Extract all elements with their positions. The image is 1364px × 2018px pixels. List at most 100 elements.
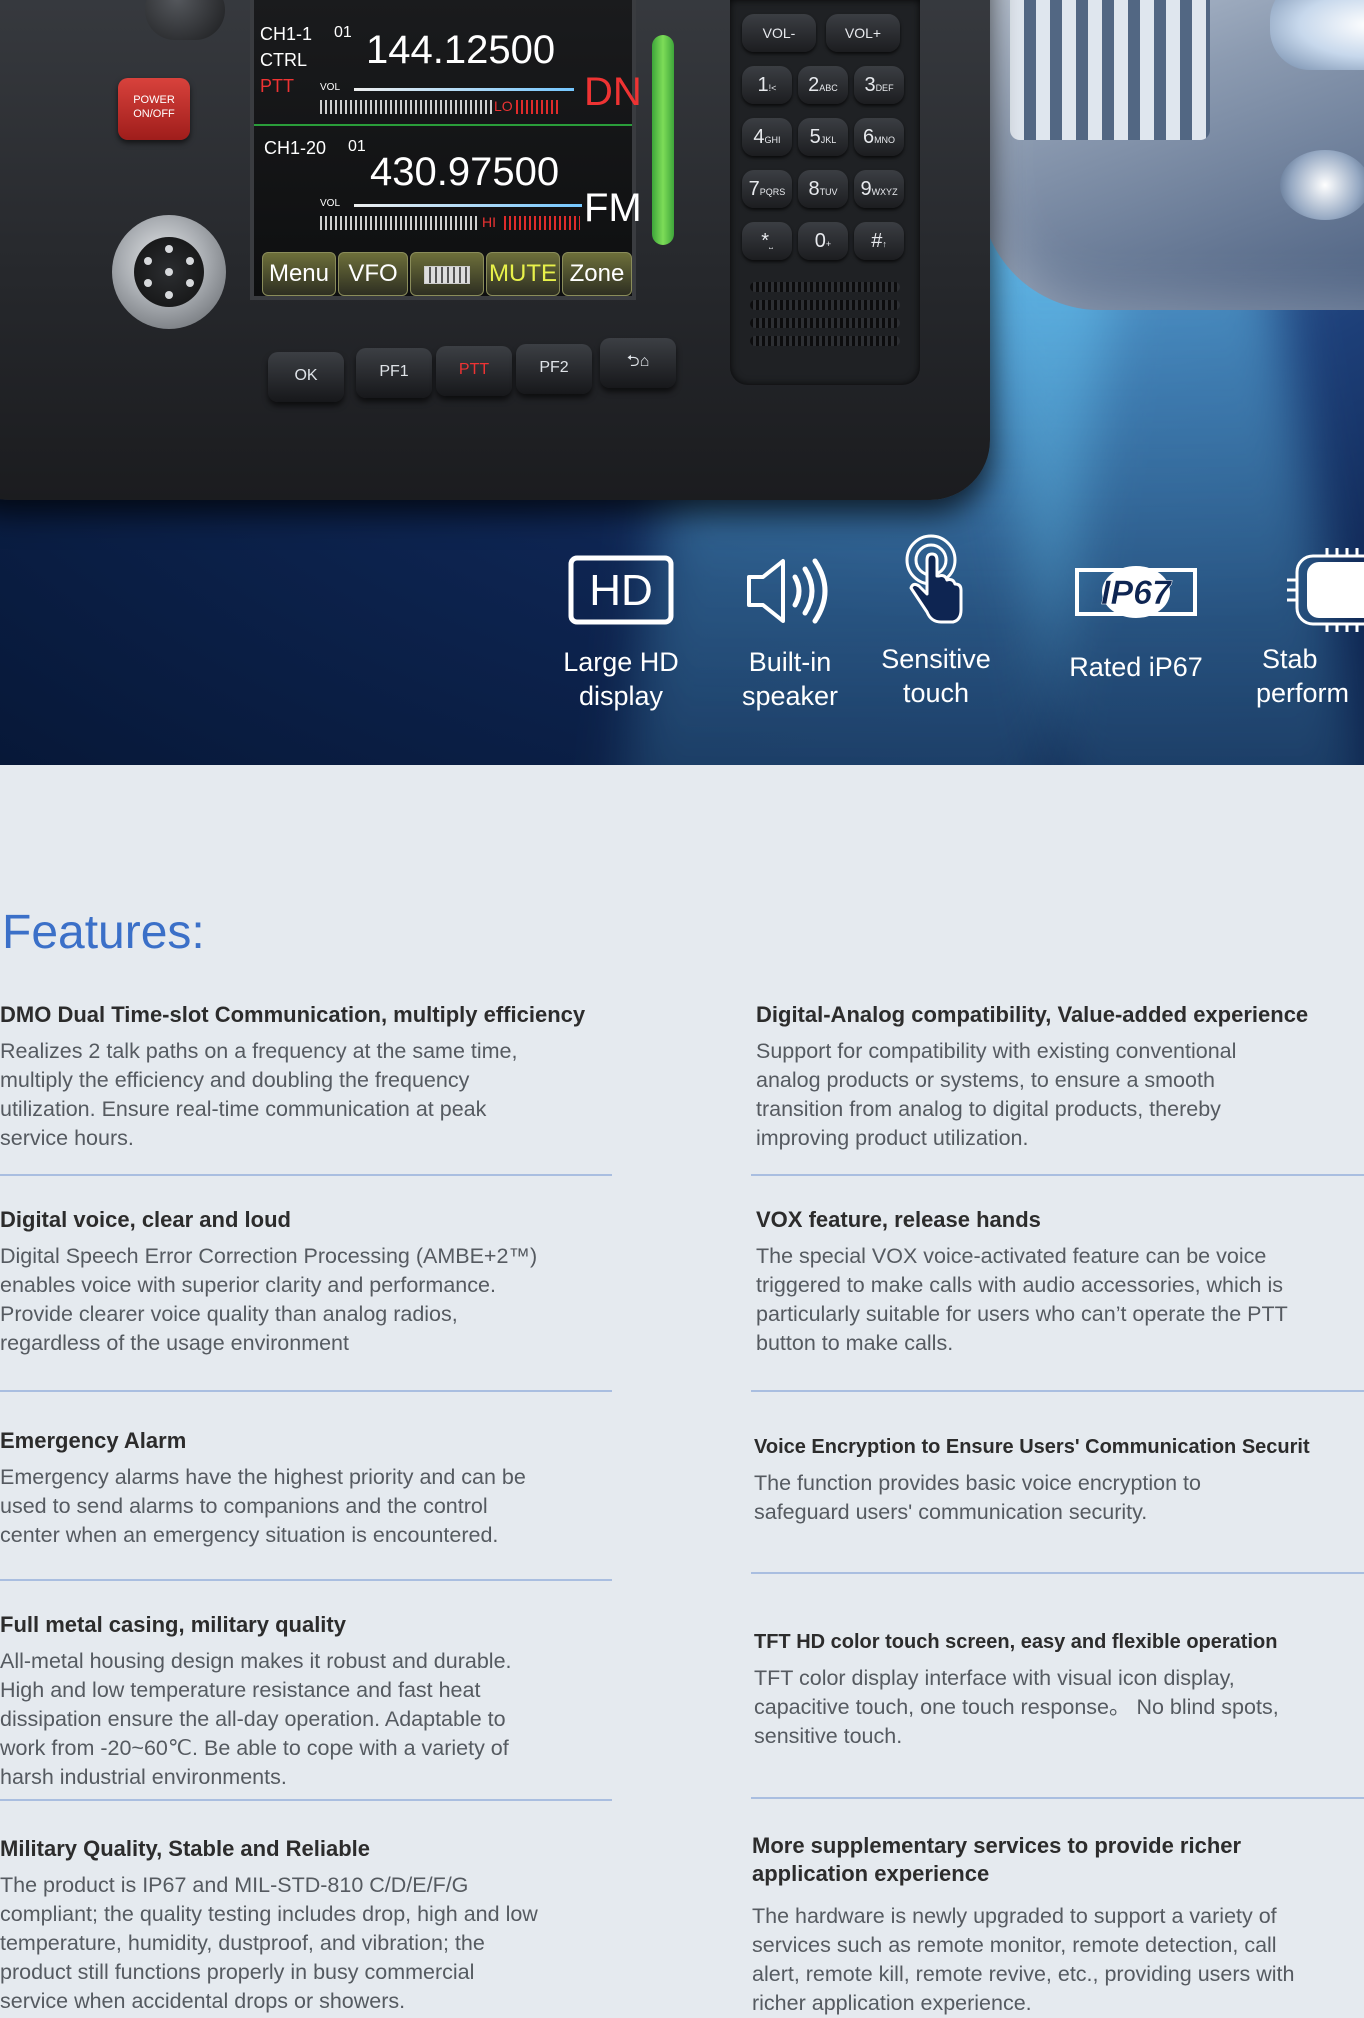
pf1-key: PF1 bbox=[356, 348, 432, 398]
key-sub: MNO bbox=[874, 135, 896, 145]
key-3: 3DEF bbox=[854, 66, 904, 104]
body-line: enables voice with superior clarity and … bbox=[0, 1273, 496, 1297]
feature-body: Support for compatibility with existing … bbox=[756, 1037, 1364, 1153]
body-line: capacitive touch, one touch response。 No… bbox=[754, 1695, 1279, 1719]
ptt-key: PTT bbox=[436, 346, 512, 396]
divider bbox=[751, 1390, 1364, 1392]
feature-item: VOX feature, release hands The special V… bbox=[756, 1206, 1364, 1358]
feature-heading: More supplementary services to provide r… bbox=[752, 1832, 1364, 1888]
feature-item: Full metal casing, military quality All-… bbox=[0, 1611, 620, 1792]
key-main: 2 bbox=[808, 74, 820, 96]
car-front bbox=[980, 0, 1364, 310]
channel-2-label: CH1-20 bbox=[264, 138, 327, 158]
softkey-menu: Menu bbox=[262, 252, 336, 296]
key-8: 8TUV bbox=[798, 170, 848, 208]
feature-heading: Voice Encryption to Ensure Users' Commun… bbox=[754, 1436, 1310, 1458]
feature-label-2a: Built-in bbox=[748, 647, 832, 677]
feature-touch: Sensitive touch bbox=[866, 532, 1006, 710]
body-line: richer application experience. bbox=[752, 1991, 1032, 2015]
feature-item: Voice Encryption to Ensure Users' Commun… bbox=[754, 1433, 1364, 1527]
screen-divider bbox=[254, 124, 632, 126]
ip-badge-text: IP67 bbox=[1101, 574, 1173, 612]
key-9: 9WXYZ bbox=[854, 170, 904, 208]
feature-label-5b: perform bbox=[1256, 678, 1350, 708]
key-sub: ⎵ bbox=[769, 239, 773, 249]
key-sub: DEF bbox=[875, 83, 894, 93]
key-hash: #↑ bbox=[854, 222, 904, 260]
body-line: product still functions properly in busy… bbox=[0, 1960, 475, 1984]
body-line: safeguard users' communication security. bbox=[754, 1500, 1148, 1524]
ip67-icon: IP67 bbox=[1075, 566, 1197, 618]
volume-knob bbox=[145, 0, 225, 40]
connector-pin bbox=[165, 291, 173, 299]
feature-heading: VOX feature, release hands bbox=[756, 1207, 1041, 1232]
divider bbox=[0, 1579, 612, 1581]
key-sub: + bbox=[825, 239, 832, 249]
connector-pin bbox=[186, 279, 194, 287]
feature-body: Realizes 2 talk paths on a frequency at … bbox=[0, 1037, 620, 1153]
mode-2: FM bbox=[584, 186, 642, 230]
key-7: 7PQRS bbox=[742, 170, 792, 208]
frequency-2: 430.97500 bbox=[370, 150, 560, 194]
key-2: 2ABC bbox=[798, 66, 848, 104]
key-main: 3 bbox=[864, 74, 876, 96]
speaker-icon bbox=[747, 558, 828, 624]
body-line: The hardware is newly upgraded to suppor… bbox=[752, 1904, 1277, 1928]
hi-label: HI bbox=[482, 214, 496, 230]
feature-heading: TFT HD color touch screen, easy and flex… bbox=[754, 1631, 1278, 1653]
status-light-bar bbox=[652, 35, 674, 245]
connector-pin bbox=[144, 257, 152, 265]
channel-2-id: 01 bbox=[348, 138, 366, 155]
keyboard-icon bbox=[424, 266, 470, 284]
body-line: dissipation ensure the all-day operation… bbox=[0, 1707, 506, 1731]
key-5: 5JKL bbox=[798, 118, 848, 156]
feature-item: DMO Dual Time-slot Communication, multip… bbox=[0, 1001, 620, 1153]
power-label-2: ON/OFF bbox=[133, 108, 175, 120]
body-line: services such as remote monitor, remote … bbox=[752, 1933, 1277, 1957]
key-main: 7 bbox=[748, 178, 760, 200]
hd-display-icon: HD bbox=[568, 555, 674, 625]
speaker-grill bbox=[750, 336, 900, 346]
car-fog-light bbox=[1280, 150, 1364, 220]
body-line: work from -20~60℃. Be able to cope with … bbox=[0, 1736, 509, 1760]
vol-label-2: VOL bbox=[320, 198, 341, 209]
body-line: center when an emergency situation is en… bbox=[0, 1523, 499, 1547]
feature-body: The hardware is newly upgraded to suppor… bbox=[752, 1902, 1364, 2018]
body-line: Realizes 2 talk paths on a frequency at … bbox=[0, 1039, 518, 1063]
power-meter bbox=[516, 100, 560, 114]
car-headlight bbox=[1270, 0, 1364, 70]
body-line: particularly suitable for users who can’… bbox=[756, 1302, 1288, 1326]
feature-heading: Digital voice, clear and loud bbox=[0, 1207, 291, 1232]
features-title: Features: bbox=[2, 906, 205, 959]
body-line: regardless of the usage environment bbox=[0, 1331, 349, 1355]
key-sub: !< bbox=[768, 83, 777, 93]
hero-banner: POWER ON/OFF CH1-1 01 CTRL PTT 144.12500… bbox=[0, 0, 1364, 765]
speaker-grill bbox=[750, 282, 900, 292]
power-button: POWER ON/OFF bbox=[118, 78, 190, 140]
key-4: 4GHI bbox=[742, 118, 792, 156]
pf2-key: PF2 bbox=[516, 344, 592, 394]
heading-line: More supplementary services to provide r… bbox=[752, 1833, 1242, 1858]
feature-label-2b: speaker bbox=[741, 681, 839, 711]
feature-label-1a: Large HD bbox=[563, 647, 679, 677]
vol-plus-key: VOL+ bbox=[826, 14, 900, 52]
body-line: service hours. bbox=[0, 1126, 134, 1150]
keypad: VOL- VOL+ 1!< 2ABC 3DEF 4GHI 5JKL 6MNO 7… bbox=[730, 0, 920, 385]
body-line: Provide clearer voice quality than analo… bbox=[0, 1302, 458, 1326]
divider bbox=[0, 1390, 612, 1392]
key-main: 0 bbox=[814, 230, 826, 252]
feature-heading: Digital-Analog compatibility, Value-adde… bbox=[756, 1002, 1309, 1027]
feature-ip67: IP67 Rated iP67 bbox=[1066, 562, 1206, 684]
volume-line-2 bbox=[354, 204, 582, 207]
lo-label: LO bbox=[494, 98, 513, 114]
connector-pin bbox=[144, 279, 152, 287]
speaker-grill bbox=[750, 300, 900, 310]
connector-pin bbox=[165, 245, 173, 253]
key-sub: GHI bbox=[764, 135, 781, 145]
body-line: transition from analog to digital produc… bbox=[756, 1097, 1221, 1121]
heading-line: application experience bbox=[752, 1861, 990, 1886]
mode-1: DN bbox=[584, 70, 642, 114]
body-line: The function provides basic voice encryp… bbox=[754, 1471, 1201, 1495]
feature-heading: Full metal casing, military quality bbox=[0, 1612, 346, 1637]
key-sub: ABC bbox=[819, 83, 838, 93]
